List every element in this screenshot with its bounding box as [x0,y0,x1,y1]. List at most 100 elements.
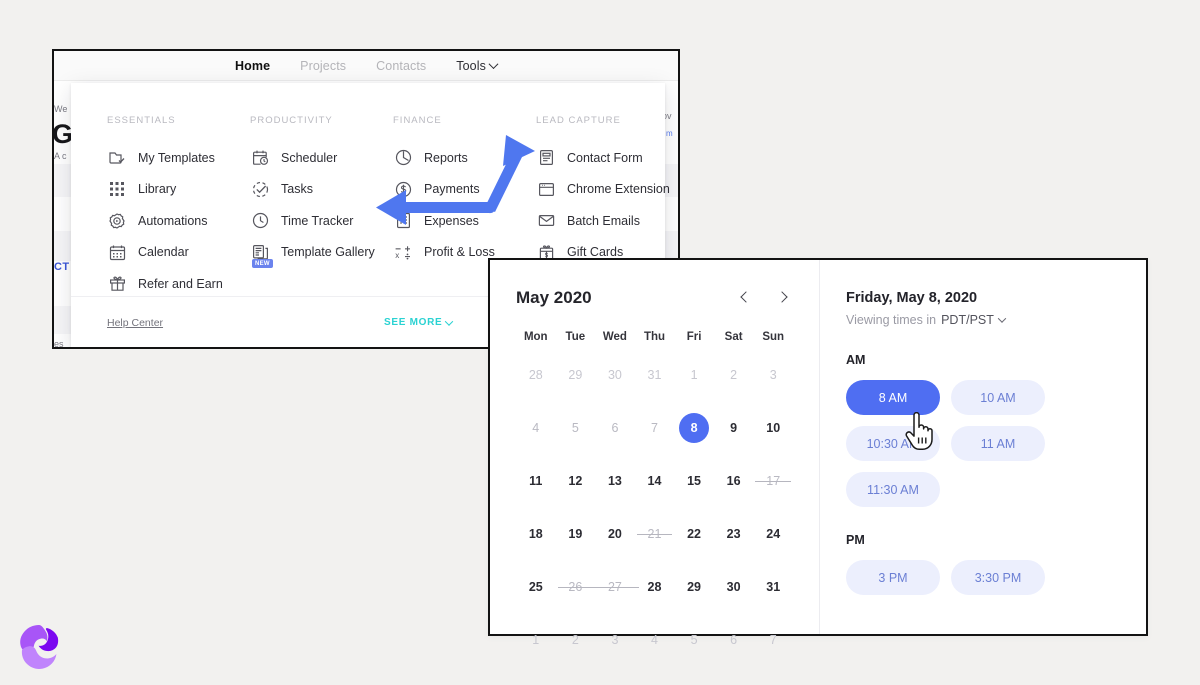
help-center-link[interactable]: Help Center [107,317,163,329]
folder-check-icon [107,148,127,168]
calendar-day-5: 5 [690,633,698,647]
time-slot-11-am[interactable]: 11 AM [951,426,1045,461]
calendar-day-10[interactable]: 10 [753,407,793,449]
menu-item-calendar[interactable]: Calendar [107,237,250,268]
menu-item-refer-and-earn[interactable]: Refer and Earn [107,268,250,299]
menu-item-contact-form[interactable]: Contact Form [536,142,678,173]
calendar-day-6: 6 [730,633,738,647]
day-header: Wed [602,331,627,343]
prev-month-button[interactable] [739,291,753,305]
calendar-day-3: 3 [769,368,777,382]
calendar-day-19[interactable]: 19 [556,513,596,555]
nav-item-contacts[interactable]: Contacts [376,59,426,73]
calendar-day-22[interactable]: 22 [674,513,714,555]
calendar-day-1: 1 [532,633,540,647]
bent-arrow-annotation [376,135,535,225]
day-header: Fri [686,331,702,343]
menu-item-label: Tasks [281,182,313,196]
calendar-day-18[interactable]: 18 [516,513,556,555]
see-more-button[interactable]: SEE MORE [384,316,454,328]
calendar-week-row: 25 26 27 28 29 30 31 [516,566,793,608]
menu-item-label: Contact Form [567,150,643,165]
am-time-slot-list: 8 AM 10 AM 10:30 AM 11 AM 11:30 AM [846,380,1120,507]
calendar-clock-icon [250,148,270,168]
calendar-day-11[interactable]: 11 [516,460,556,502]
timezone-selector[interactable]: Viewing times in PDT/PST [846,313,1120,327]
menu-item-label: Gift Cards [567,245,624,259]
screenshot-stage: We G A c CT es ov m Home Projects Contac… [0,0,1200,685]
calendar-day-30[interactable]: 30 [714,566,754,608]
next-month-button[interactable] [775,291,789,305]
menu-item-label: Refer and Earn [138,276,223,291]
calendar-day-31: 31 [647,368,662,382]
calendar-day-28[interactable]: 28 [635,566,675,608]
calendar-header: May 2020 [516,288,793,308]
calendar-day-26: 26 [556,566,640,608]
menu-item-label: Calendar [138,245,189,259]
calendar-day-9[interactable]: 9 [714,407,754,449]
nav-item-home[interactable]: Home [235,59,270,73]
menu-item-template-gallery[interactable]: NEW Template Gallery [250,237,393,268]
calendar-day-28: 28 [528,368,543,382]
calendar-day-20[interactable]: 20 [595,513,635,555]
time-slot-8-am[interactable]: 8 AM [846,380,940,415]
calendar-day-25[interactable]: 25 [516,566,556,608]
day-header: Mon [523,331,548,343]
calendar-day-23[interactable]: 23 [714,513,754,555]
time-slot-3-30-pm[interactable]: 3:30 PM [951,560,1045,595]
calendar-day-31[interactable]: 31 [753,566,793,608]
chevron-left-icon [740,291,752,303]
see-more-label: SEE MORE [384,317,443,328]
menu-item-label: Time Tracker [281,213,354,228]
time-slot-11-30-am[interactable]: 11:30 AM [846,472,940,507]
gift-icon [107,274,127,294]
calendar-week-row: 1 2 3 4 5 6 7 [516,619,793,661]
calendar-day-7[interactable]: 7 [635,407,675,449]
menu-item-chrome-extension[interactable]: Chrome Extension [536,174,678,205]
chevron-down-icon [445,316,454,326]
chevron-down-icon [488,59,499,70]
bg-text-heading: G [52,119,74,149]
calendar-day-3: 3 [611,633,619,647]
calendar-day-24[interactable]: 24 [753,513,793,555]
time-slots-pane: Friday, May 8, 2020 Viewing times in PDT… [820,260,1146,634]
bg-text-sub: A c [54,151,67,161]
calendar-day-5[interactable]: 5 [556,407,596,449]
documents-icon: NEW [250,242,273,268]
nav-item-tools[interactable]: Tools [456,59,499,73]
calendar-day-17: 17 [753,460,793,502]
gear-play-icon [107,211,127,231]
calendar-day-13[interactable]: 13 [595,460,635,502]
calendar-day-29[interactable]: 29 [674,566,714,608]
calendar-grid: 28 29 30 31 1 2 3 4 5 6 7 8 9 10 11 12 13 14 15 16 17 18 19 20 2… [516,354,793,661]
menu-item-batch-emails[interactable]: Batch Emails [536,205,678,236]
menu-item-label: My Templates [138,150,215,165]
calendar-day-29: 29 [568,368,583,382]
calendar-day-6[interactable]: 6 [595,407,635,449]
am-section-label: AM [846,353,866,367]
calendar-day-8[interactable]: 8 [674,407,714,449]
menu-item-library[interactable]: Library [107,174,250,205]
calendar-week-row: 4 5 6 7 8 9 10 [516,407,793,449]
menu-item-label: Profit & Loss [424,245,495,259]
nav-item-projects[interactable]: Projects [300,59,346,73]
calendar-day-14[interactable]: 14 [635,460,675,502]
calendar-month-title: May 2020 [516,288,592,307]
app-navbar: Home Projects Contacts Tools [54,51,678,81]
calendar-day-15[interactable]: 15 [674,460,714,502]
calendar-day-4: 4 [651,633,658,647]
selected-date-title: Friday, May 8, 2020 [846,290,978,306]
calendar-week-row: 11 12 13 14 15 16 17 [516,460,793,502]
calendar-day-4[interactable]: 4 [516,407,556,449]
pm-time-slot-list: 3 PM 3:30 PM [846,560,1120,595]
calendar-day-16[interactable]: 16 [714,460,754,502]
grid-dots-icon [107,179,127,199]
menu-item-label: Template Gallery [281,245,375,259]
menu-item-automations[interactable]: Automations [107,205,250,236]
menu-item-my-templates[interactable]: My Templates [107,142,250,173]
time-slot-10-am[interactable]: 10 AM [951,380,1045,415]
time-slot-3-pm[interactable]: 3 PM [846,560,940,595]
menu-item-label: Chrome Extension [567,182,670,196]
bg-text-cta: CT [54,261,70,273]
calendar-day-12[interactable]: 12 [556,460,596,502]
